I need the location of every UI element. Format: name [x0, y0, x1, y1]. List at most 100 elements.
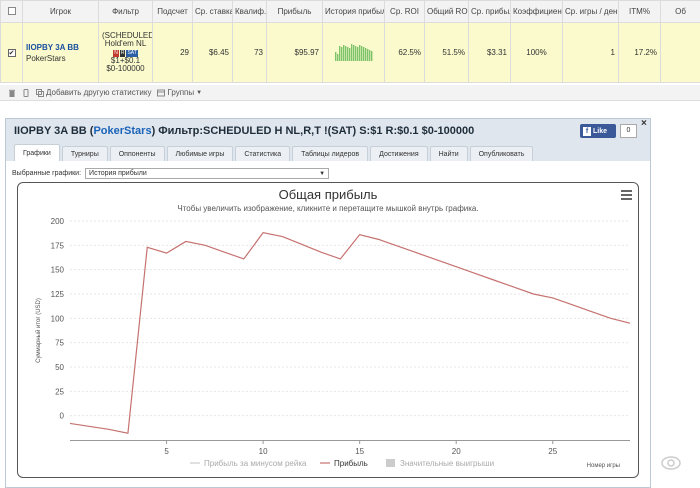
column-header[interactable]: Об	[660, 0, 700, 23]
trash-icon[interactable]	[8, 89, 16, 97]
x-tick-label: 10	[259, 447, 268, 456]
tab-graphs[interactable]: Графики	[14, 144, 60, 161]
y-tick-label: 100	[51, 314, 65, 323]
filter-line: Hold'em NL	[104, 39, 147, 48]
panel-title-site-link[interactable]: PokerStars	[93, 125, 151, 137]
legend-item[interactable]: Значительные выигрыши	[400, 459, 494, 468]
y-tick-label: 200	[51, 217, 65, 226]
column-header[interactable]: ITM%	[618, 0, 661, 23]
avg-stake-cell: $6.45	[192, 22, 233, 83]
tab-leaderboards[interactable]: Таблицы лидеров	[292, 146, 369, 161]
groups-dropdown[interactable]: Группы ▼	[157, 88, 202, 97]
checkbox-icon[interactable]	[7, 6, 16, 15]
facebook-like-count: 0	[620, 124, 637, 138]
link-icon	[36, 88, 44, 97]
column-header[interactable]: Общий ROI	[424, 0, 469, 23]
mobile-icon[interactable]	[22, 88, 30, 97]
y-tick-label: 0	[60, 412, 65, 421]
avg-roi-cell: 62.5%	[384, 22, 425, 83]
x-axis-label: Номер игры	[587, 463, 620, 469]
coefficient-cell: 100%	[510, 22, 563, 83]
table-toolbar: Добавить другую статистику Группы ▼	[0, 85, 700, 101]
add-stat-label: Добавить другую статистику	[46, 88, 152, 97]
player-site: PokerStars	[26, 53, 66, 63]
row-select-cell[interactable]: ✔	[0, 22, 23, 83]
chart-menu-icon[interactable]	[621, 190, 632, 200]
column-header[interactable]: Подсчет	[152, 0, 193, 23]
y-tick-label: 150	[51, 266, 65, 275]
column-header[interactable]: Коэффициент	[510, 0, 563, 23]
y-tick-label: 125	[51, 290, 65, 299]
filter-cell: (SCHEDULED Hold'em NL N R SAT $1+$0.1 $0…	[98, 22, 153, 83]
graph-select-value: История прибыли	[89, 170, 147, 177]
camera-icon	[661, 456, 681, 470]
column-header[interactable]: Ср. прибыль	[468, 0, 511, 23]
x-tick-label: 20	[452, 447, 461, 456]
x-tick-label: 15	[355, 447, 364, 456]
groups-label: Группы	[167, 88, 195, 97]
graph-select-label: Выбранные графики:	[12, 170, 82, 177]
column-header[interactable]: Игрок	[22, 0, 99, 23]
tab-opponents[interactable]: Оппоненты	[109, 146, 165, 161]
close-icon[interactable]: ×	[641, 118, 647, 129]
player-cell: IIOPBY 3A BB PokerStars	[22, 22, 99, 83]
profit-sparkline[interactable]	[334, 43, 374, 61]
add-stat-link[interactable]: Добавить другую статистику	[36, 88, 151, 97]
select-all-header[interactable]	[0, 0, 23, 23]
column-header[interactable]: История прибыли	[322, 0, 385, 23]
chevron-down-icon: ▼	[319, 170, 326, 177]
column-header[interactable]: Квалиф.	[232, 0, 267, 23]
legend-item[interactable]: Прибыль	[334, 459, 368, 468]
count-cell: 29	[152, 22, 193, 83]
total-roi-cell: 51.5%	[424, 22, 469, 83]
chart-subtitle: Чтобы увеличить изображение, кликните и …	[177, 204, 479, 213]
column-header[interactable]: Ср. ROI	[384, 0, 425, 23]
tab-favorite-games[interactable]: Любимые игры	[166, 146, 234, 161]
panel-title-post: ) Фильтр:SCHEDULED H NL,R,T !(SAT) S:$1 …	[151, 125, 475, 137]
graph-select-row: Выбранные графики: История прибыли ▼	[12, 168, 330, 179]
itm-cell: 17.2%	[618, 22, 661, 83]
chevron-down-icon: ▼	[196, 89, 203, 96]
y-tick-label: 25	[55, 387, 64, 396]
x-tick-label: 5	[164, 447, 169, 456]
tab-find[interactable]: Найти	[429, 146, 468, 161]
panel-title-pre: IIOPBY 3A BB (	[14, 125, 94, 137]
watermark-logo	[645, 455, 697, 485]
column-header[interactable]: Ср. игры / день	[562, 0, 619, 23]
extra-cell	[660, 22, 700, 83]
facebook-like-label: Like	[593, 127, 608, 135]
y-tick-label: 75	[55, 339, 64, 348]
facebook-like-button[interactable]: f Like	[580, 124, 616, 138]
tab-achievements[interactable]: Достижения	[370, 146, 428, 161]
y-tick-label: 175	[51, 241, 65, 250]
player-name-link[interactable]: IIOPBY 3A BB	[26, 43, 79, 52]
tab-publish[interactable]: Опубликовать	[469, 146, 534, 161]
column-header[interactable]: Фильтр	[98, 0, 153, 23]
player-graph-panel: IIOPBY 3A BB (PokerStars) Фильтр:SCHEDUL…	[5, 118, 651, 488]
chart-title: Общая прибыль	[278, 187, 378, 202]
profit-cell: $95.97	[266, 22, 323, 83]
y-axis-label: Суммарный итог (USD)	[35, 298, 42, 363]
tab-statistics[interactable]: Статистика	[235, 146, 291, 161]
graph-select[interactable]: История прибыли ▼	[85, 168, 330, 179]
profit-history-cell[interactable]	[322, 22, 385, 83]
table-row[interactable]: ✔ IIOPBY 3A BB PokerStars (SCHEDULED Hol…	[0, 22, 700, 83]
panel-title: IIOPBY 3A BB (PokerStars) Фильтр:SCHEDUL…	[6, 119, 650, 143]
profit-chart[interactable]: 0 25 50 75 100 125 150 175 200 5 10 15 20 25 Суммарный…	[18, 183, 639, 478]
series-line-profit[interactable]	[69, 232, 631, 434]
legend-item[interactable]: Прибыль за минусом рейка	[204, 459, 307, 468]
checkbox-checked-icon[interactable]: ✔	[7, 49, 16, 57]
avg-profit-cell: $3.31	[468, 22, 511, 83]
filter-line: $0-100000	[106, 64, 145, 73]
groups-icon	[157, 89, 166, 96]
games-per-day-cell: 1	[562, 22, 619, 83]
legend-marker[interactable]	[386, 459, 395, 467]
panel-tabs: Графики Турниры Оппоненты Любимые игры С…	[6, 143, 650, 161]
column-header[interactable]: Прибыль	[266, 0, 323, 23]
facebook-icon: f	[583, 126, 591, 136]
tab-tournaments[interactable]: Турниры	[61, 146, 108, 161]
y-tick-label: 50	[55, 363, 64, 372]
column-header[interactable]: Ср. ставка	[192, 0, 233, 23]
table-header-row: Игрок Фильтр Подсчет Ср. ставка Квалиф. …	[0, 0, 700, 23]
chart-container[interactable]: 0 25 50 75 100 125 150 175 200 5 10 15 20 25 Суммарный…	[17, 182, 639, 478]
